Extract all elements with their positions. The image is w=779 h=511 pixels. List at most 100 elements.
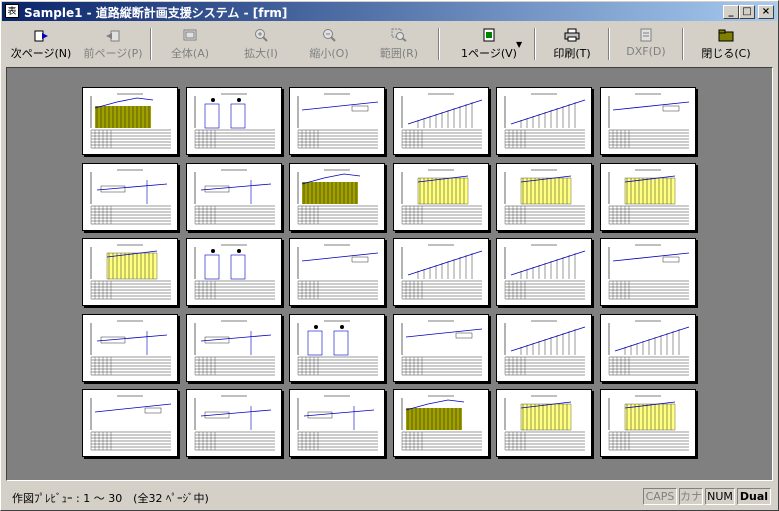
page-thumbnail[interactable] bbox=[289, 87, 385, 155]
status-bar: 作図ﾌﾟﾚﾋﾞｭｰ : 1 〜 30 (全32 ﾍﾟｰｼﾞ中) CAPS カナ … bbox=[2, 486, 777, 508]
whole-view-icon bbox=[182, 28, 198, 42]
num-indicator: NUM bbox=[705, 488, 735, 505]
page-drawing bbox=[504, 395, 585, 451]
page-drawing bbox=[194, 93, 275, 149]
close-button[interactable]: × bbox=[758, 5, 774, 19]
page-thumbnail[interactable] bbox=[82, 87, 178, 155]
page-thumbnail[interactable] bbox=[186, 238, 282, 306]
page-thumbnail[interactable] bbox=[82, 238, 178, 306]
page-thumbnail[interactable] bbox=[289, 163, 385, 231]
zoom-in-button[interactable]: 拡大(I) bbox=[236, 26, 286, 64]
page-thumbnail[interactable] bbox=[393, 389, 489, 457]
page-drawing bbox=[608, 93, 690, 149]
page-thumbnail[interactable] bbox=[186, 314, 282, 382]
range-zoom-label: 範囲(R) bbox=[379, 47, 419, 60]
window-title: Sample1 - 道路縦断計画支援システム - [frm] bbox=[24, 6, 288, 20]
next-page-icon bbox=[33, 28, 49, 42]
page-thumbnail[interactable] bbox=[496, 389, 592, 457]
page-drawing bbox=[297, 169, 378, 225]
close-folder-icon bbox=[718, 28, 734, 42]
app-icon[interactable]: 表 bbox=[5, 4, 19, 18]
page-thumbnail[interactable] bbox=[496, 87, 592, 155]
dxf-button[interactable]: DXF(D) bbox=[618, 26, 674, 64]
page-thumbnail[interactable] bbox=[82, 389, 178, 457]
app-window: 表 Sample1 - 道路縦断計画支援システム - [frm] _ □ × 次… bbox=[0, 0, 779, 511]
whole-view-button[interactable]: 全体(A) bbox=[164, 26, 216, 64]
page-drawing bbox=[504, 244, 586, 300]
page-drawing bbox=[194, 395, 275, 451]
page-drawing bbox=[297, 93, 379, 149]
maximize-button[interactable]: □ bbox=[739, 5, 755, 19]
title-bar[interactable]: 表 Sample1 - 道路縦断計画支援システム - [frm] _ □ × bbox=[2, 2, 777, 21]
page-thumbnail[interactable] bbox=[600, 238, 696, 306]
page-thumbnail[interactable] bbox=[289, 389, 385, 457]
page-thumbnail[interactable] bbox=[393, 314, 489, 382]
page-thumbnail[interactable] bbox=[496, 163, 592, 231]
page-thumbnail[interactable] bbox=[600, 163, 696, 231]
next-page-label: 次ページ(N) bbox=[10, 47, 72, 60]
page-drawing bbox=[194, 320, 275, 376]
page-thumbnail[interactable] bbox=[496, 238, 592, 306]
printer-icon bbox=[564, 28, 580, 42]
page-thumbnail[interactable] bbox=[496, 314, 592, 382]
page-drawing bbox=[297, 244, 379, 300]
toolbar-separator bbox=[608, 28, 610, 60]
close-preview-button[interactable]: 閉じる(C) bbox=[694, 26, 758, 64]
page-drawing bbox=[608, 395, 689, 451]
page-drawing bbox=[401, 320, 483, 376]
close-preview-label: 閉じる(C) bbox=[701, 47, 751, 60]
print-button[interactable]: 印刷(T) bbox=[544, 26, 600, 64]
zoom-out-icon bbox=[321, 28, 337, 42]
page-thumbnail[interactable] bbox=[600, 389, 696, 457]
page-drawing bbox=[401, 244, 483, 300]
page-thumbnail[interactable] bbox=[393, 163, 489, 231]
page-mode-button[interactable]: 1ページ(V) ▼ bbox=[448, 26, 530, 64]
page-thumbnail[interactable] bbox=[82, 163, 178, 231]
zoom-out-label: 縮小(O) bbox=[309, 47, 349, 60]
page-drawing bbox=[297, 320, 378, 376]
page-thumbnail[interactable] bbox=[186, 163, 282, 231]
page-thumbnail[interactable] bbox=[82, 314, 178, 382]
page-thumbnail[interactable] bbox=[600, 87, 696, 155]
range-zoom-icon bbox=[391, 28, 407, 42]
dxf-label: DXF(D) bbox=[626, 45, 666, 58]
page-drawing bbox=[608, 320, 690, 376]
page-thumbnail[interactable] bbox=[600, 314, 696, 382]
minimize-button[interactable]: _ bbox=[723, 5, 739, 19]
toolbar-separator bbox=[150, 28, 152, 60]
page-drawing bbox=[90, 320, 171, 376]
page-thumbnail[interactable] bbox=[186, 87, 282, 155]
page-drawing bbox=[504, 93, 586, 149]
page-drawing bbox=[90, 93, 171, 149]
range-zoom-button[interactable]: 範囲(R) bbox=[374, 26, 424, 64]
page-drawing bbox=[401, 169, 482, 225]
prev-page-button[interactable]: 前ページ(P) bbox=[82, 26, 144, 64]
caps-indicator: CAPS bbox=[643, 488, 677, 505]
page-drawing bbox=[608, 244, 690, 300]
page-thumbnail[interactable] bbox=[393, 87, 489, 155]
page-thumbnail[interactable] bbox=[289, 314, 385, 382]
zoom-out-button[interactable]: 縮小(O) bbox=[304, 26, 354, 64]
page-drawing bbox=[401, 93, 483, 149]
page-drawing bbox=[608, 169, 689, 225]
page-drawing bbox=[90, 244, 171, 300]
status-text: 作図ﾌﾟﾚﾋﾞｭｰ : 1 〜 30 (全32 ﾍﾟｰｼﾞ中) bbox=[12, 492, 209, 505]
prev-page-label: 前ページ(P) bbox=[83, 47, 143, 60]
print-label: 印刷(T) bbox=[553, 47, 591, 60]
dropdown-arrow-icon[interactable]: ▼ bbox=[516, 40, 522, 49]
page-thumbnail[interactable] bbox=[289, 238, 385, 306]
preview-area[interactable] bbox=[6, 67, 773, 481]
page-drawing bbox=[504, 169, 585, 225]
page-drawing bbox=[401, 395, 482, 451]
page-drawing bbox=[194, 244, 275, 300]
toolbar-separator bbox=[534, 28, 536, 60]
page-drawing bbox=[90, 169, 171, 225]
page-thumbnail[interactable] bbox=[393, 238, 489, 306]
next-page-button[interactable]: 次ページ(N) bbox=[8, 26, 74, 64]
toolbar-separator bbox=[682, 28, 684, 60]
kana-indicator: カナ bbox=[679, 488, 703, 505]
page-drawing bbox=[90, 395, 172, 451]
page-thumbnail[interactable] bbox=[186, 389, 282, 457]
page-mode-icon bbox=[481, 28, 497, 42]
dual-indicator: Dual bbox=[737, 488, 771, 505]
